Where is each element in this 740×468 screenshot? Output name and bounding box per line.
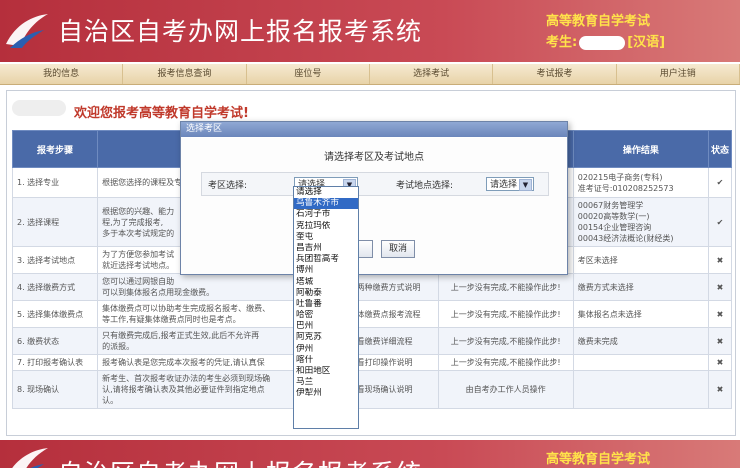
table-row: 7. 打印报考确认表 报考确认表是您完成本次报考的凭证,请认真保 查看打印操作说明上… (11, 354, 733, 371)
dropdown-option[interactable]: 巴州 (294, 321, 358, 332)
dropdown-option[interactable]: 乌鲁木齐市 (294, 198, 358, 210)
dropdown-option[interactable]: 石河子市 (294, 209, 358, 220)
result-cell: 020215电子商务(专科) 准考证号:010208252573 (572, 167, 709, 198)
dropdown-option[interactable]: 伊犁州 (294, 388, 358, 399)
desc-cell: 只有缴费完成后,报考正式生效,此后不允许再 的派报。 (97, 327, 324, 355)
desc-cell: 您可以通过网银自助 可以到集体报名点用现金缴费。 (97, 273, 324, 301)
header-banner-duplicate: 自治区自考办网上报名报考系统 高等教育自学考试 (0, 440, 740, 468)
step-cell: 6. 缴费状态 (11, 327, 99, 355)
site-select[interactable]: 请选择 ▼ (486, 177, 534, 191)
dropdown-option[interactable]: 兵团哲高考 (294, 254, 358, 265)
check-icon: ✔ (707, 167, 733, 198)
dropdown-option[interactable]: 奎屯 (294, 232, 358, 243)
logo-swoosh-icon (12, 448, 48, 468)
dropdown-option[interactable]: 伊州 (294, 344, 358, 355)
nav-my-info[interactable]: 我的信息 (0, 64, 124, 84)
table-row: 5. 选择集体缴费点 集体缴费点可以协助考生完成报名报考、缴费、 等工作,有疑集体… (11, 300, 733, 328)
col-step: 报考步骤 (11, 130, 99, 168)
cross-icon: ✖ (707, 370, 733, 409)
table-row: 4. 选择缴费方式 您可以通过网银自助 可以到集体报名点用现金缴费。 查看两种缴费方… (11, 273, 733, 301)
step-cell: 5. 选择集体缴费点 (11, 300, 99, 328)
dropdown-option[interactable]: 博州 (294, 265, 358, 276)
cross-icon: ✖ (707, 354, 733, 371)
result-cell: 缴费未完成 (572, 327, 709, 355)
examinee-name-redacted (579, 35, 626, 50)
language-tag: [汉语] (627, 35, 666, 50)
nav-select-exam[interactable]: 选择考试 (370, 64, 494, 84)
result-cell (572, 354, 709, 371)
dialog-title: 选择考区 (181, 122, 567, 137)
region-label: 考区选择: (208, 181, 248, 191)
result-cell: 00067财务管理学 00020高等数学(一) 00154企业管理咨询 0004… (572, 197, 709, 247)
check-icon: ✔ (707, 197, 733, 247)
region-dropdown-list: 请选择 乌鲁木齐市 石河子市 克拉玛依 奎屯 昌吉州 兵团哲高考 博州 塔城 阿勒泰 吐鲁番 哈密 巴州… (293, 186, 359, 429)
dropdown-option[interactable]: 请选择 (294, 187, 358, 198)
step-cell: 8. 现场确认 (11, 370, 99, 409)
dialog-body: 请选择考区及考试地点 考区选择: 请选择 ▼ 考试地点选择: 请选择 ▼ 取消 (181, 138, 567, 274)
header-banner: 自治区自考办网上报名报考系统 高等教育自学考试 考生: [汉语] (0, 0, 740, 62)
nav-seat-number[interactable]: 座位号 (247, 64, 370, 84)
result-cell: 缴费方式未选择 (572, 273, 709, 301)
site-title: 自治区自考办网上报名报考系统 (58, 454, 422, 468)
welcome-text: 欢迎您报考高等教育自学考试! (74, 106, 249, 121)
col-status: 状态 (707, 130, 733, 168)
cross-icon: ✖ (707, 300, 733, 328)
notice-cell: 上一步没有完成,不能操作此步! (437, 354, 574, 371)
step-cell: 4. 选择缴费方式 (11, 273, 99, 301)
welcome-icon (12, 100, 66, 116)
selection-row: 考区选择: 请选择 ▼ 考试地点选择: 请选择 ▼ (201, 172, 549, 196)
dropdown-option[interactable]: 喀什 (294, 355, 358, 366)
dropdown-option[interactable]: 阿克苏 (294, 332, 358, 343)
notice-cell: 上一步没有完成,不能操作此步! (437, 300, 574, 328)
cross-icon: ✖ (707, 246, 733, 274)
notice-cell: 由自考办工作人员操作 (437, 370, 574, 409)
nav-register[interactable]: 考试报考 (493, 64, 617, 84)
desc-cell: 报考确认表是您完成本次报考的凭证,请认真保 (97, 354, 324, 371)
dropdown-option[interactable]: 塔城 (294, 277, 358, 288)
step-cell: 7. 打印报考确认表 (11, 354, 99, 371)
chevron-down-icon: ▼ (519, 179, 532, 191)
desc-cell: 集体缴费点可以协助考生完成报名报考、缴费、 等工作,有疑集体缴费点同时也是考点。 (97, 300, 324, 328)
col-result: 操作结果 (572, 130, 709, 168)
logo-swoosh-icon (6, 14, 48, 48)
site-label: 考试地点选择: (396, 181, 454, 191)
site-title: 自治区自考办网上报名报考系统 (58, 17, 423, 46)
dropdown-option[interactable]: 克拉玛依 (294, 221, 358, 232)
nav-logout[interactable]: 用户注销 (617, 64, 740, 84)
region-dialog: 选择考区 请选择考区及考试地点 考区选择: 请选择 ▼ 考试地点选择: 请选择 … (180, 121, 568, 275)
cross-icon: ✖ (707, 327, 733, 355)
desc-cell: 新考生、首次报考收证办法的考生必须到现场确 认,请将报考确认表及其他必要证件到指… (97, 370, 324, 409)
site-subtitle: 高等教育自学考试 (546, 452, 651, 467)
main-nav: 我的信息 报考信息查询 座位号 选择考试 考试报考 用户注销 (0, 64, 740, 85)
step-cell: 1. 选择专业 (11, 167, 99, 198)
result-cell (572, 370, 709, 409)
cross-icon: ✖ (707, 273, 733, 301)
step-cell: 3. 选择考试地点 (11, 246, 99, 274)
notice-cell: 上一步没有完成,不能操作此步! (437, 273, 574, 301)
dropdown-option[interactable]: 马兰 (294, 377, 358, 388)
result-cell: 考区未选择 (572, 246, 709, 274)
dropdown-option[interactable]: 昌吉州 (294, 243, 358, 254)
result-cell: 集体报名点未选择 (572, 300, 709, 328)
notice-cell: 上一步没有完成,不能操作此步! (437, 327, 574, 355)
examinee-label: 考生: (546, 35, 578, 50)
table-row: 6. 缴费状态 只有缴费完成后,报考正式生效,此后不允许再 的派报。 查看缴费详细流… (11, 327, 733, 355)
step-cell: 2. 选择课程 (11, 197, 99, 247)
site-subtitle: 高等教育自学考试 (546, 14, 651, 29)
dialog-heading: 请选择考区及考试地点 (324, 152, 424, 163)
examinee-line: 考生: [汉语] (546, 31, 665, 50)
cancel-button[interactable]: 取消 (381, 240, 415, 258)
dropdown-option[interactable]: 哈密 (294, 310, 358, 321)
dropdown-option[interactable]: 和田地区 (294, 366, 358, 377)
table-row: 8. 现场确认 新考生、首次报考收证办法的考生必须到现场确 认,请将报考确认表及其… (11, 370, 733, 409)
nav-query[interactable]: 报考信息查询 (123, 64, 247, 84)
dropdown-option[interactable]: 阿勒泰 (294, 288, 358, 299)
dropdown-option[interactable]: 吐鲁番 (294, 299, 358, 310)
